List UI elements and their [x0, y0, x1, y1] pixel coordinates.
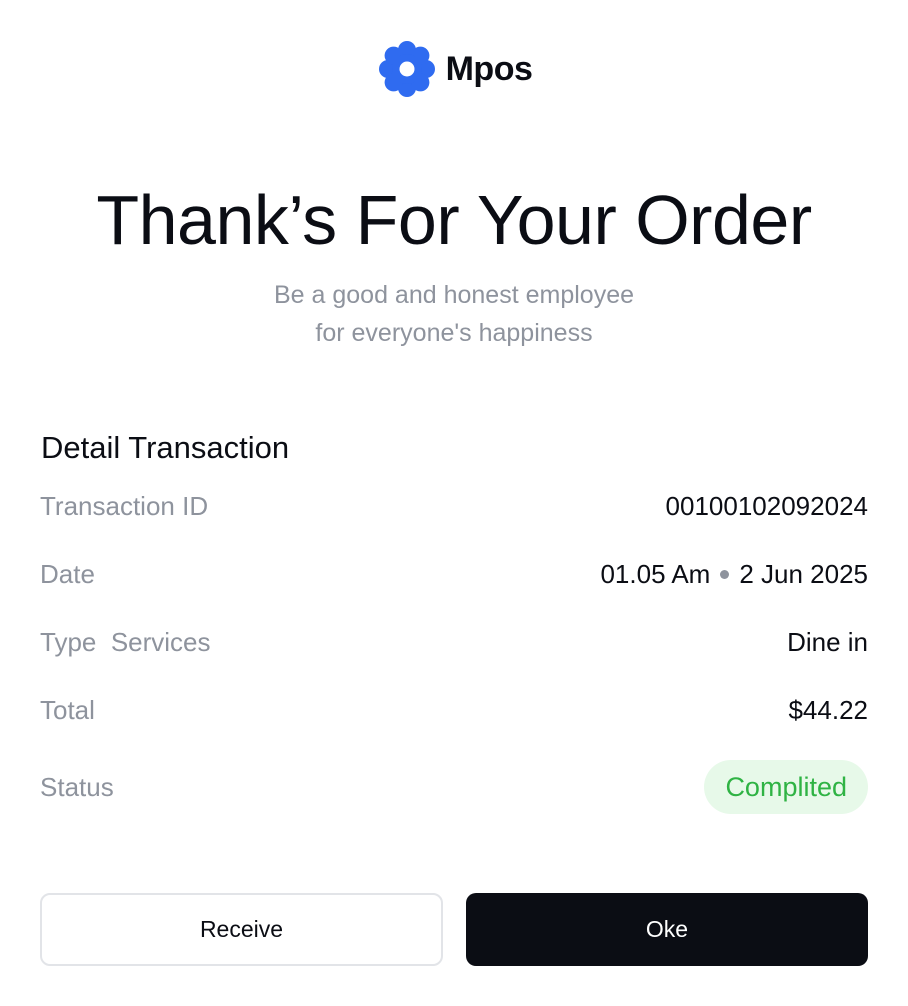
status-label: Status — [40, 771, 114, 802]
date-value: 01.05 Am 2 Jun 2025 — [600, 559, 868, 590]
flower-logo-icon — [378, 41, 435, 97]
separator-dot — [720, 569, 730, 579]
oke-button[interactable]: Oke — [466, 893, 868, 966]
date-row: Date 01.05 Am 2 Jun 2025 — [40, 554, 868, 594]
total-value: $44.22 — [788, 694, 868, 725]
receive-button[interactable]: Receive — [40, 893, 443, 966]
date-label: Date — [40, 558, 95, 589]
type-services-value: Dine in — [787, 626, 868, 657]
date-day: 2 Jun 2025 — [739, 558, 868, 589]
page-subtitle: Be a good and honest employee for everyo… — [0, 276, 908, 352]
total-label: Total — [40, 694, 95, 725]
status-badge: Complited — [704, 760, 868, 814]
transaction-id-value: 00100102092024 — [665, 490, 868, 521]
type-services-row: Type Services Dine in — [40, 622, 868, 662]
brand-name: Mpos — [445, 49, 533, 88]
subtitle-line-1: Be a good and honest employee — [274, 281, 634, 309]
page-title: Thank’s For Your Order — [96, 181, 812, 259]
subtitle-line-2: for everyone's happiness — [315, 319, 593, 347]
detail-transaction-heading: Detail Transaction — [41, 430, 290, 465]
total-row: Total $44.22 — [40, 690, 868, 730]
brand-header: Mpos — [0, 38, 908, 100]
date-time: 01.05 Am — [600, 558, 711, 589]
type-services-label: Type Services — [40, 626, 211, 657]
transaction-id-label: Transaction ID — [40, 490, 209, 521]
transaction-id-row: Transaction ID 00100102092024 — [40, 486, 868, 526]
status-row: Status Complited — [40, 760, 868, 814]
